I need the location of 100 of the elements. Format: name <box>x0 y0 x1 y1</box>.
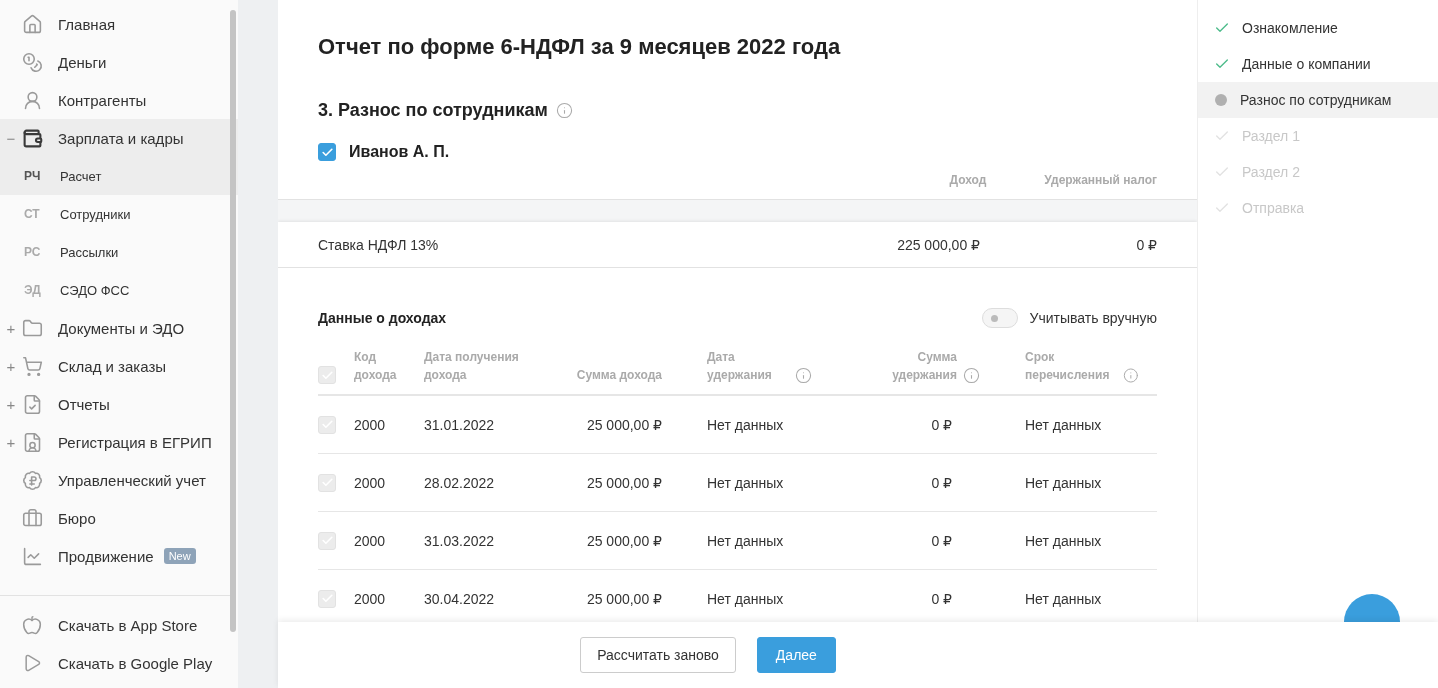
sidebar-item[interactable]: Деньги <box>0 43 238 81</box>
table-cell-text: 0 ₽ <box>930 532 953 549</box>
sidebar-item[interactable]: + Регистрация в ЕГРИП <box>0 423 238 461</box>
row-checkbox[interactable] <box>318 415 336 434</box>
table-cell-text: 2000 <box>354 474 387 491</box>
scrollbar[interactable] <box>230 10 236 632</box>
info-icon[interactable] <box>1123 367 1139 384</box>
income-total: 225 000,00 ₽ <box>896 236 980 253</box>
subitem-label: Рассылки <box>60 244 119 260</box>
download-link[interactable]: Скачать в App Store <box>0 606 238 644</box>
info-icon[interactable] <box>963 367 980 384</box>
column-heading: Дата удержания <box>707 349 773 384</box>
table-cell-text: Нет данных <box>1024 474 1103 491</box>
section-code: СТ <box>23 207 41 221</box>
current-dot-icon <box>1215 94 1227 106</box>
section-code: РЧ <box>23 169 42 183</box>
table-cell-text: 25 000,00 ₽ <box>585 416 662 433</box>
check-icon <box>320 368 334 382</box>
employee-checkbox[interactable] <box>318 143 336 161</box>
report-title: Отчет по форме 6-НДФЛ за 9 месяцев 2022 года <box>318 34 842 60</box>
section-code: РС <box>23 245 42 259</box>
step-label: Ознакомление <box>1242 20 1338 36</box>
sidebar-item[interactable]: + Документы и ЭДО <box>0 309 238 347</box>
sidebar-item[interactable]: Управленческий учет <box>0 461 238 499</box>
item-label: Регистрация в ЕГРИП <box>58 433 212 451</box>
subitem-label: СЭДО ФСС <box>60 282 130 298</box>
table-cell-text: 28.02.2022 <box>424 474 496 491</box>
table-cell-text: 0 ₽ <box>930 590 953 607</box>
row-checkbox[interactable] <box>318 589 336 608</box>
check-icon <box>320 418 334 431</box>
table-cell-text: Нет данных <box>706 590 785 607</box>
table-cell-text: Нет данных <box>706 416 785 433</box>
sidebar-item[interactable]: Контрагенты <box>0 81 238 119</box>
step-item[interactable]: Данные о компании <box>1198 46 1438 82</box>
row-checkbox[interactable] <box>318 473 336 492</box>
sidebar-subitem[interactable]: РЧ Расчет <box>0 157 238 195</box>
item-label: Отчеты <box>58 395 110 413</box>
step-label: Данные о компании <box>1242 56 1371 72</box>
table-cell-text: 31.01.2022 <box>424 416 496 433</box>
check-icon <box>320 534 334 547</box>
sidebar-subitem[interactable]: ЭД СЭДО ФСС <box>0 271 238 309</box>
column-heading: Срок перечисления <box>1025 349 1111 384</box>
table-cell-text: 31.03.2022 <box>424 532 496 549</box>
column-heading: Сумма дохода <box>575 367 662 384</box>
column-heading: Сумма удержания <box>891 349 957 384</box>
item-label: Главная <box>58 15 116 33</box>
sidebar-item[interactable]: − Зарплата и кадры <box>0 119 238 157</box>
briefcase-icon <box>22 507 44 529</box>
table-cell-text: 30.04.2022 <box>424 590 496 607</box>
table-cell-text: 2000 <box>354 532 387 549</box>
column-heading: Доход <box>949 173 987 187</box>
item-label: Управленческий учет <box>58 471 206 489</box>
step-label: Разнос по сотрудникам <box>1240 92 1392 108</box>
income-title: Данные о доходах <box>318 310 447 326</box>
item-label: Документы и ЭДО <box>58 319 185 337</box>
item-label: Склад и заказы <box>58 357 167 375</box>
section-code: ЭД <box>23 283 42 297</box>
table-cell-text: Нет данных <box>1024 590 1103 607</box>
sidebar-subitem[interactable]: СТ Сотрудники <box>0 195 238 233</box>
table-cell-text: 2000 <box>354 416 387 433</box>
item-label: Зарплата и кадры <box>58 129 184 147</box>
sidebar-item[interactable]: + Склад и заказы <box>0 347 238 385</box>
link-label: Скачать в App Store <box>58 616 198 634</box>
item-label: Деньги <box>58 53 107 71</box>
chart-icon <box>22 545 44 567</box>
table-cell-text: 2000 <box>354 590 387 607</box>
select-all-checkbox[interactable] <box>318 366 336 384</box>
step-item[interactable]: Разнос по сотрудникам <box>1198 82 1438 118</box>
info-icon[interactable] <box>555 102 573 119</box>
sidebar-item[interactable]: + Отчеты <box>0 385 238 423</box>
table-cell-text: Нет данных <box>706 474 785 491</box>
item-label: Контрагенты <box>58 91 147 109</box>
employee-name: Иванов А. П. <box>349 143 450 161</box>
subitem-label: Сотрудники <box>60 206 131 222</box>
home-icon <box>22 13 44 35</box>
column-heading: Удержанный налог <box>1044 173 1157 187</box>
table-cell-text: 25 000,00 ₽ <box>585 532 662 549</box>
table-cell-text: 25 000,00 ₽ <box>585 590 662 607</box>
table-cell-text: Нет данных <box>1024 416 1103 433</box>
subitem-label: Расчет <box>60 168 102 184</box>
coins-icon <box>22 51 44 73</box>
manual-toggle[interactable] <box>981 308 1018 328</box>
step-item[interactable]: Ознакомление <box>1198 10 1438 46</box>
info-icon[interactable] <box>795 367 812 384</box>
sidebar-subitem[interactable]: РС Рассылки <box>0 233 238 271</box>
sidebar-item[interactable]: Главная <box>0 5 238 43</box>
row-checkbox[interactable] <box>318 531 336 550</box>
check-icon <box>320 592 334 605</box>
table-cell-text: 0 ₽ <box>930 416 953 433</box>
sidebar-item[interactable]: Бюро <box>0 499 238 537</box>
item-label: Бюро <box>58 509 96 527</box>
wallet-icon <box>22 127 44 149</box>
apple-icon <box>22 615 44 635</box>
folder-icon <box>22 317 44 339</box>
sidebar-item[interactable]: Продвижение New <box>0 537 238 575</box>
recalculate-button[interactable]: Рассчитать заново <box>580 637 736 673</box>
table-cell-text: 0 ₽ <box>930 474 953 491</box>
table-cell-text: 25 000,00 ₽ <box>585 474 662 491</box>
download-link[interactable]: Скачать в Google Play <box>0 644 238 682</box>
table-cell-text: Нет данных <box>706 532 785 549</box>
